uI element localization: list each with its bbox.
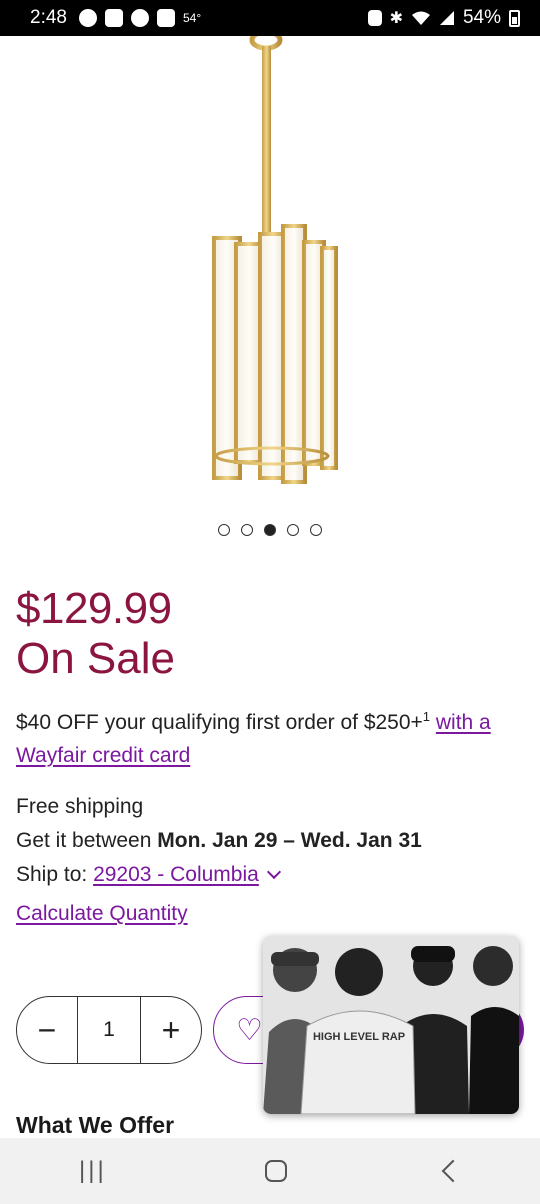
chevron-down-icon[interactable] (266, 864, 281, 880)
heart-icon: ♡ (236, 1013, 263, 1047)
navigation-bar: ||| (0, 1138, 540, 1204)
video-thumbnail: HIGH LEVEL RAP (263, 936, 519, 1114)
app-icon (104, 9, 123, 27)
increase-quantity-button[interactable]: + (141, 997, 201, 1063)
product-image[interactable] (0, 36, 540, 506)
carousel-dot[interactable] (287, 524, 299, 536)
carousel-dot[interactable] (218, 524, 230, 536)
sale-label: On Sale (16, 634, 175, 683)
promo-footnote: 1 (422, 709, 431, 724)
calculate-quantity-link[interactable]: Calculate Quantity (16, 902, 188, 926)
price: $129.99 (16, 584, 172, 633)
section-title: What We Offer (16, 1112, 175, 1138)
shipping-info: Free shipping Get it between Mon. Jan 29… (16, 790, 422, 892)
battery-icon (509, 9, 520, 27)
alarm-icon (367, 10, 382, 26)
signal-icon (439, 11, 454, 25)
temperature: 54° (182, 11, 202, 25)
status-bar: 2:48 54° ✱ 54% (0, 0, 540, 36)
carousel-dot[interactable] (310, 524, 322, 536)
wifi-icon (411, 11, 430, 25)
shirt-text: HIGH LEVEL RAP (313, 1031, 405, 1043)
status-time: 2:48 (30, 7, 67, 28)
delivery-estimate: Get it between Mon. Jan 29 – Wed. Jan 31 (16, 824, 422, 858)
recent-apps-icon[interactable]: ||| (79, 1157, 107, 1185)
decrease-quantity-button[interactable]: − (17, 997, 77, 1063)
free-shipping: Free shipping (16, 795, 144, 818)
ship-to-label: Ship to: (16, 863, 88, 886)
gallery-icon (156, 9, 175, 27)
quantity-value[interactable]: 1 (77, 997, 141, 1063)
promo-offer: $40 OFF your qualifying first order of $… (16, 711, 423, 734)
promo-text: $40 OFF your qualifying first order of $… (16, 700, 526, 772)
ship-to-location-link[interactable]: 29203 - Columbia (93, 863, 259, 886)
delivery-range: Mon. Jan 29 – Wed. Jan 31 (157, 829, 422, 852)
video-overlay[interactable]: HIGH LEVEL RAP (263, 936, 519, 1114)
battery-percent: 54% (462, 7, 501, 28)
bluetooth-icon: ✱ (389, 10, 403, 27)
carousel-dots (0, 524, 540, 536)
ship-to: Ship to: 29203 - Columbia (16, 858, 422, 892)
back-icon[interactable] (441, 1159, 465, 1183)
home-icon[interactable] (264, 1160, 287, 1182)
carousel-dot-active[interactable] (264, 524, 276, 536)
carousel-dot[interactable] (241, 524, 253, 536)
chrome-icon (130, 9, 149, 27)
messenger-icon (78, 9, 97, 27)
quantity-stepper: − 1 + (16, 996, 202, 1064)
delivery-prefix: Get it between (16, 829, 152, 852)
